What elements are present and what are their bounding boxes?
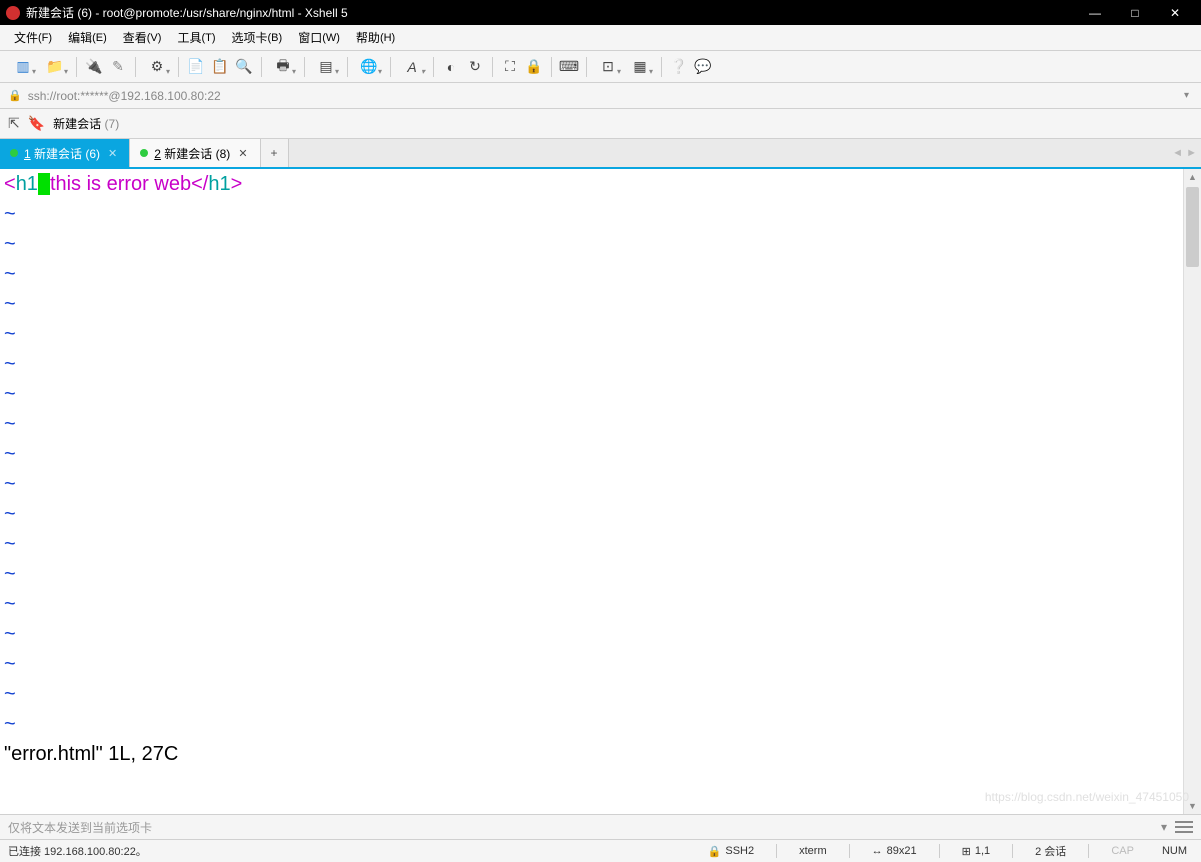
lock-icon[interactable]: 🔒 [523,56,545,78]
tab-close-icon[interactable]: ✕ [106,147,119,160]
hamburger-icon[interactable] [1175,820,1193,834]
chat-icon[interactable]: 💬 [692,56,714,78]
menu-tabs[interactable]: 选项卡(B) [224,25,291,50]
terminal-scrollbar[interactable]: ▲ ▼ [1183,169,1201,814]
status-pos: ⊞ 1,1 [956,845,997,858]
scroll-up-icon[interactable]: ▲ [1184,169,1201,185]
copy-icon[interactable]: 📄 [185,56,207,78]
cursor [38,173,50,195]
address-dropdown-icon[interactable]: ▾ [1180,90,1193,101]
scroll-thumb[interactable] [1186,187,1199,267]
reconnect-icon[interactable]: 🔌 [83,56,105,78]
terminal[interactable]: <h1this is error web</h1> ~ ~ ~ ~ ~ ~ ~ … [0,169,1201,814]
add-icon[interactable]: ⊡ [593,56,623,78]
terminal-status-line: "error.html" 1L, 27C [4,739,1179,769]
menu-edit[interactable]: 编辑(E) [60,25,115,50]
refresh-icon[interactable]: ↻ [464,56,486,78]
session-nav-icon[interactable]: ⇱ [8,115,20,132]
status-bar: 已连接 192.168.100.80:22。 🔒 SSH2 xterm ↔ 89… [0,840,1201,862]
terminal-tilde: ~ [4,409,1179,439]
terminal-tilde: ~ [4,709,1179,739]
maximize-button[interactable]: □ [1115,0,1155,25]
status-connection: 已连接 192.168.100.80:22。 [8,843,686,859]
tab-session-1[interactable]: 1 新建会话 (6) ✕ [0,139,130,167]
terminal-tilde: ~ [4,619,1179,649]
address-url[interactable]: ssh://root:******@192.168.100.80:22 [28,89,1180,103]
terminal-tilde: ~ [4,199,1179,229]
close-button[interactable]: ✕ [1155,0,1195,25]
scroll-down-icon[interactable]: ▼ [1184,798,1201,814]
address-bar: 🔒 ssh://root:******@192.168.100.80:22 ▾ [0,83,1201,109]
app-icon [6,6,20,20]
menu-tools[interactable]: 工具(T) [169,25,223,50]
status-protocol: 🔒 SSH2 [702,845,760,858]
open-icon[interactable]: 📁 [40,56,70,78]
status-sessions: 2 会话 [1029,843,1072,859]
disconnect-icon[interactable]: ✎ [107,56,129,78]
keyboard-icon[interactable]: ⌨ [558,56,580,78]
menu-file[interactable]: 文件(F) [6,25,60,50]
terminal-line: <h1this is error web</h1> [4,169,1179,199]
search-icon[interactable]: 🔍 [233,56,255,78]
terminal-tilde: ~ [4,259,1179,289]
status-dot-icon [10,149,18,157]
color-icon[interactable]: ◐ [440,56,462,78]
window-title: 新建会话 (6) - root@promote:/usr/share/nginx… [26,4,348,21]
status-cap: CAP [1105,845,1140,857]
paste-icon[interactable]: 📋 [209,56,231,78]
fullscreen-icon[interactable]: ⛶ [499,56,521,78]
terminal-tilde: ~ [4,649,1179,679]
terminal-tilde: ~ [4,469,1179,499]
compose-dropdown-icon[interactable]: ▾ [1161,820,1167,834]
toolbar: ▥ 📁 🔌 ✎ ⚙ 📄 📋 🔍 🖶 ▤ 🌐 A ◐ ↻ ⛶ 🔒 ⌨ ⊡ ▦ ❔ … [0,51,1201,83]
terminal-tilde: ~ [4,349,1179,379]
compose-input[interactable]: 仅将文本发送到当前选项卡 [8,819,1161,836]
session-bar: ⇱ 🔖 新建会话 (7) [0,109,1201,139]
status-term: xterm [793,845,833,857]
menu-view[interactable]: 查看(V) [115,25,170,50]
status-num: NUM [1156,845,1193,857]
globe-icon[interactable]: 🌐 [354,56,384,78]
tab-close-icon[interactable]: ✕ [236,147,249,160]
layout-icon[interactable]: ▤ [311,56,341,78]
menu-help[interactable]: 帮助(H) [348,25,403,50]
menu-window[interactable]: 窗口(W) [290,25,348,50]
menu-bar: 文件(F) 编辑(E) 查看(V) 工具(T) 选项卡(B) 窗口(W) 帮助(… [0,25,1201,51]
tab-add-button[interactable]: + [261,139,289,167]
terminal-tilde: ~ [4,499,1179,529]
terminal-tilde: ~ [4,439,1179,469]
terminal-tilde: ~ [4,379,1179,409]
properties-icon[interactable]: ⚙ [142,56,172,78]
terminal-tilde: ~ [4,229,1179,259]
session-bar-label[interactable]: 新建会话 (7) [53,115,119,132]
minimize-button[interactable]: — [1075,0,1115,25]
print-icon[interactable]: 🖶 [268,56,298,78]
status-dot-icon [140,149,148,157]
tab-nav-arrows[interactable]: ◄ ► [1172,139,1197,167]
terminal-tilde: ~ [4,679,1179,709]
grid-icon[interactable]: ▦ [625,56,655,78]
new-session-icon[interactable]: ▥ [8,56,38,78]
title-bar: 新建会话 (6) - root@promote:/usr/share/nginx… [0,0,1201,25]
terminal-tilde: ~ [4,529,1179,559]
font-icon[interactable]: A [397,56,427,78]
tabs-bar: 1 新建会话 (6) ✕ 2 新建会话 (8) ✕ + ◄ ► [0,139,1201,169]
terminal-tilde: ~ [4,589,1179,619]
bookmark-icon[interactable]: 🔖 [28,115,45,132]
status-size: ↔ 89x21 [866,845,923,857]
input-bar: 仅将文本发送到当前选项卡 ▾ [0,814,1201,840]
help-icon[interactable]: ❔ [668,56,690,78]
lock-small-icon: 🔒 [8,89,22,102]
tab-session-2[interactable]: 2 新建会话 (8) ✕ [130,139,260,167]
terminal-tilde: ~ [4,559,1179,589]
terminal-tilde: ~ [4,319,1179,349]
terminal-tilde: ~ [4,289,1179,319]
